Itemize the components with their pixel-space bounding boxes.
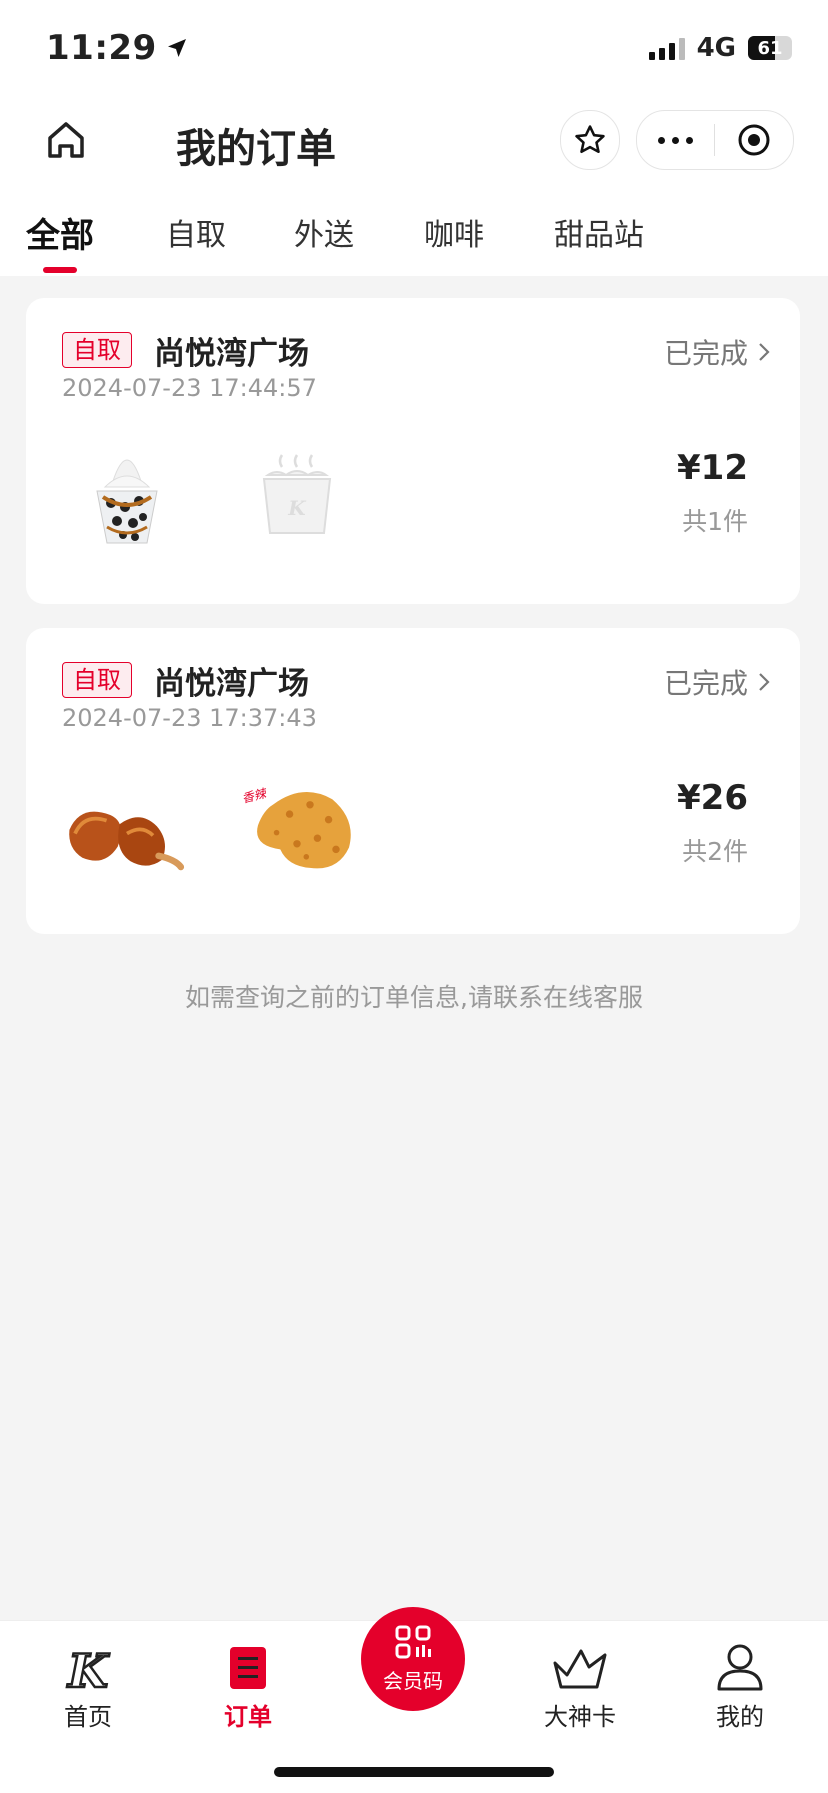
tabbar-vip-card[interactable]: 大神卡 — [520, 1635, 640, 1732]
tab-all[interactable]: 全部 — [26, 208, 94, 257]
qr-code-icon — [395, 1625, 431, 1658]
battery-level: 61 — [757, 37, 783, 59]
kfc-k-icon: K — [28, 1635, 148, 1691]
tabbar-orders[interactable]: 订单 — [188, 1635, 308, 1732]
order-items: 香辣 — [62, 768, 362, 888]
tab-dessert[interactable]: 甜品站 — [554, 210, 644, 254]
tabbar-home-label: 首页 — [64, 1703, 112, 1731]
svg-text:K: K — [287, 496, 307, 520]
time-text: 11:29 — [46, 28, 157, 68]
target-icon — [738, 124, 770, 156]
sundae-image — [62, 438, 192, 558]
svg-text:K: K — [66, 1647, 110, 1691]
fried-chicken-image: 香辣 — [232, 768, 362, 888]
order-status-text: 已完成 — [663, 337, 748, 370]
chevron-right-icon — [759, 343, 770, 361]
user-icon — [680, 1635, 800, 1691]
page-title: 我的订单 — [176, 126, 336, 172]
order-status-text: 已完成 — [663, 667, 748, 700]
tab-coffee[interactable]: 咖啡 — [424, 210, 484, 254]
placeholder-bucket-image: K — [232, 438, 362, 558]
nav-bar: 我的订单 — [0, 100, 828, 200]
status-time: 11:29 — [46, 28, 189, 68]
roast-wings-image — [62, 768, 192, 888]
network-type: 4G — [696, 33, 736, 63]
tabbar-home[interactable]: K 首页 — [28, 1635, 148, 1732]
chevron-right-icon — [759, 673, 770, 691]
member-code-button[interactable]: 会员码 — [361, 1607, 465, 1711]
home-button[interactable] — [44, 118, 88, 162]
crown-icon — [520, 1635, 640, 1691]
order-type-badge: 自取 — [62, 332, 132, 368]
order-item-count: 共1件 — [682, 507, 748, 536]
order-list-icon — [188, 1635, 308, 1691]
order-type-badge: 自取 — [62, 662, 132, 698]
order-item-count: 共2件 — [682, 837, 748, 866]
home-indicator — [274, 1767, 554, 1777]
member-code-label: 会员码 — [383, 1668, 443, 1693]
store-name: 尚悦湾广场 — [154, 666, 309, 702]
order-category-tabs: 全部 自取 外送 咖啡 甜品站 — [0, 200, 828, 276]
order-time: 2024-07-23 17:37:43 — [62, 704, 317, 732]
svg-text:香辣: 香辣 — [240, 786, 269, 806]
active-tab-indicator — [43, 267, 77, 273]
home-icon — [48, 122, 84, 158]
order-price: ¥12 — [677, 448, 748, 488]
order-status[interactable]: 已完成 — [664, 332, 770, 372]
star-icon — [575, 125, 605, 154]
location-arrow-icon — [165, 36, 189, 60]
tab-pickup[interactable]: 自取 — [166, 210, 226, 254]
close-miniprogram-button[interactable] — [715, 123, 793, 157]
more-button[interactable] — [637, 136, 714, 144]
order-status[interactable]: 已完成 — [664, 662, 770, 702]
order-card[interactable]: 自取 尚悦湾广场 已完成 2024-07-23 17:37:43 香辣 ¥26 … — [26, 628, 800, 934]
store-name: 尚悦湾广场 — [154, 336, 309, 372]
battery-icon: 61 — [748, 36, 792, 60]
tabbar-vip-card-label: 大神卡 — [544, 1703, 616, 1731]
signal-icon — [648, 36, 685, 60]
bottom-tab-bar: K 首页 订单 会员码 大神卡 我的 — [0, 1607, 828, 1793]
mini-program-capsule — [636, 110, 794, 170]
status-bar: 11:29 4G 61 — [0, 0, 828, 100]
tabbar-profile-label: 我的 — [716, 1703, 764, 1731]
order-price: ¥26 — [677, 778, 748, 818]
favorite-button[interactable] — [560, 110, 620, 170]
history-orders-note: 如需查询之前的订单信息,请联系在线客服 — [185, 983, 643, 1012]
tabbar-orders-label: 订单 — [224, 1703, 272, 1731]
order-time: 2024-07-23 17:44:57 — [62, 374, 317, 402]
tabbar-profile[interactable]: 我的 — [680, 1635, 800, 1732]
order-card[interactable]: 自取 尚悦湾广场 已完成 2024-07-23 17:44:57 K ¥12 共… — [26, 298, 800, 604]
order-items: K — [62, 438, 362, 558]
tab-delivery[interactable]: 外送 — [294, 210, 354, 254]
